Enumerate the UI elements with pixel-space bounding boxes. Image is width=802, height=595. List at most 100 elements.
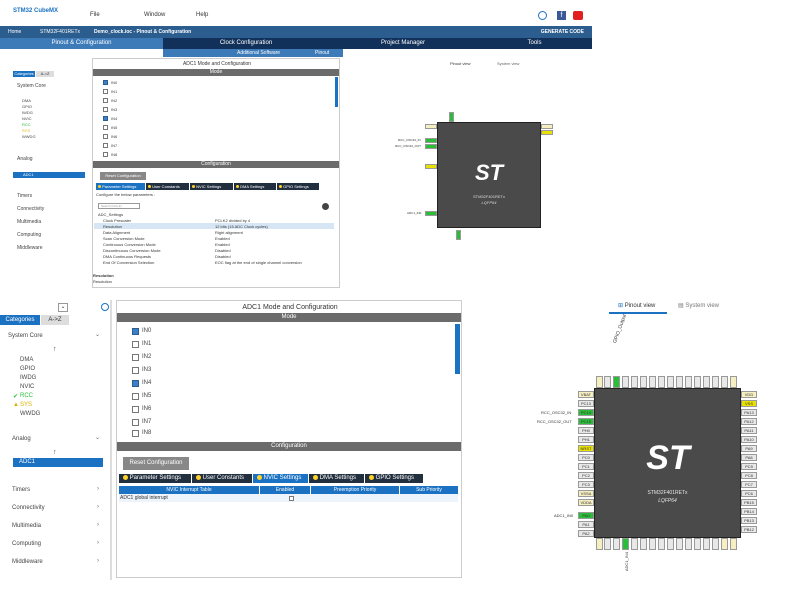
small-info-icon[interactable] (322, 203, 329, 210)
small-pinout-view-tab[interactable]: Pinout view (450, 61, 470, 66)
small-item-iwdg[interactable]: IWDG (22, 110, 33, 115)
right-pin-3[interactable]: PA12 (741, 418, 757, 425)
checkbox-in7[interactable] (132, 419, 139, 426)
youtube-icon[interactable] (573, 11, 583, 20)
bottom-pin-16[interactable] (730, 538, 737, 550)
bottom-pin-15[interactable] (721, 538, 728, 550)
small-param-value-5[interactable]: Disabled (215, 248, 231, 253)
right-pin-9[interactable]: PC8 (741, 472, 757, 479)
system-view-tab[interactable]: ▤ System view (678, 302, 719, 309)
small-item-adc1[interactable]: ADC1 (13, 172, 85, 178)
small-system-view-tab[interactable]: System view (497, 61, 519, 66)
top-pin-7[interactable] (649, 376, 656, 388)
small-group-connectivity[interactable]: Connectivity (17, 206, 44, 212)
bottom-pin-1[interactable] (596, 538, 603, 550)
right-pin-12[interactable]: PB15 (741, 499, 757, 506)
left-pin-0[interactable]: VBAT (578, 391, 594, 398)
tab-pinout-configuration[interactable]: Pinout & Configuration (0, 38, 163, 49)
left-pin-12[interactable]: VDDA (578, 499, 594, 506)
sort-up-icon[interactable]: ↑ (53, 346, 57, 353)
tab-az[interactable]: A->Z (41, 315, 69, 325)
tab-project-manager[interactable]: Project Manager (329, 38, 477, 49)
right-pin-5[interactable]: PA10 (741, 436, 757, 443)
bottom-pin-11[interactable] (685, 538, 692, 550)
small-analog[interactable]: Analog (17, 156, 33, 162)
checkbox-in5[interactable] (132, 393, 139, 400)
generate-code-button[interactable]: GENERATE CODE (536, 27, 588, 37)
subtab-additional-software[interactable]: Additional Software (237, 49, 280, 57)
menu-window[interactable]: Window (144, 12, 165, 18)
category-computing[interactable]: Computing (12, 541, 41, 547)
ctab-nvic-settings[interactable]: NVIC Settings (253, 474, 308, 483)
category-analog[interactable]: Analog (12, 436, 31, 442)
small-checkbox-in1[interactable] (103, 89, 108, 94)
small-checkbox-in3[interactable] (103, 107, 108, 112)
breadcrumb-project[interactable]: Demo_clock.ioc - Pinout & Configuration (90, 26, 195, 38)
bottom-pin-5[interactable] (631, 538, 638, 550)
small-left-pin-rcc-out[interactable] (425, 144, 437, 149)
bottom-pin-2[interactable] (604, 538, 611, 550)
small-ctab-dma[interactable]: DMA Settings (234, 183, 276, 190)
menu-help[interactable]: Help (196, 12, 208, 18)
left-pin-8[interactable]: PC1 (578, 463, 594, 470)
left-pin-11[interactable]: VSSA (578, 490, 594, 497)
top-pin-2[interactable] (604, 376, 611, 388)
small-tab-az[interactable]: A->Z (36, 71, 54, 77)
small-item-rcc[interactable]: RCC (22, 122, 31, 127)
small-tab-categories[interactable]: Categories (13, 71, 35, 77)
small-checkbox-in4[interactable] (103, 116, 108, 121)
timers-chevron-icon[interactable]: › (97, 486, 99, 492)
right-pin-13[interactable]: PB14 (741, 508, 757, 515)
ctab-dma-settings[interactable]: DMA Settings (309, 474, 364, 483)
reset-configuration-button[interactable]: Reset Configuration (123, 457, 189, 470)
sidebar-item-wwdg[interactable]: WWDG (20, 411, 40, 417)
checkbox-in0[interactable] (132, 328, 139, 335)
top-pin-15[interactable] (721, 376, 728, 388)
top-pin-4[interactable] (622, 376, 629, 388)
top-pin-6[interactable] (640, 376, 647, 388)
right-pin-1[interactable]: VSS (741, 400, 757, 407)
bottom-pin-14[interactable] (712, 538, 719, 550)
small-item-sys[interactable]: SYS (22, 128, 30, 133)
sidebar-item-iwdg[interactable]: IWDG (20, 375, 36, 381)
menu-file[interactable]: File (90, 12, 100, 18)
small-param-value-6[interactable]: Disabled (215, 254, 231, 259)
bottom-pin-adc1-in4[interactable] (622, 538, 629, 550)
left-pin-2[interactable]: PC14 (578, 409, 594, 416)
small-param-value-4[interactable]: Enabled (215, 242, 230, 247)
right-pin-14[interactable]: PB13 (741, 517, 757, 524)
right-pin-11[interactable]: PC6 (741, 490, 757, 497)
small-checkbox-in5[interactable] (103, 125, 108, 130)
right-pin-7[interactable]: PA8 (741, 454, 757, 461)
pinout-view-tab[interactable]: ⊞ Pinout view (618, 302, 655, 309)
top-pin-5[interactable] (631, 376, 638, 388)
sidebar-item-adc1[interactable]: ADC1 (13, 458, 103, 467)
right-pin-15[interactable]: PB12 (741, 526, 757, 533)
category-middleware[interactable]: Middleware (12, 559, 43, 565)
small-checkbox-in6[interactable] (103, 134, 108, 139)
top-pin-1[interactable] (596, 376, 603, 388)
small-group-middleware[interactable]: Middleware (17, 245, 43, 251)
tab-tools[interactable]: Tools (477, 38, 592, 49)
small-ctab-user-constants[interactable]: User Constants (146, 183, 189, 190)
right-pin-0[interactable]: VDD (741, 391, 757, 398)
breadcrumb-mcu[interactable]: STM32F401RETx (36, 26, 84, 38)
ctab-parameter-settings[interactable]: Parameter Settings (119, 474, 191, 483)
left-pin-3[interactable]: PC15 (578, 418, 594, 425)
left-pin-15[interactable]: PA2 (578, 530, 594, 537)
left-pin-9[interactable]: PC2 (578, 472, 594, 479)
top-pin-gpio-output[interactable] (613, 376, 620, 388)
top-pin-11[interactable] (685, 376, 692, 388)
small-top-pin-gpio[interactable] (449, 112, 454, 122)
nvic-enabled-checkbox[interactable] (289, 496, 294, 501)
small-search-input[interactable]: Search (Crtl+F) (98, 203, 140, 209)
category-timers[interactable]: Timers (12, 487, 30, 493)
bottom-pin-6[interactable] (640, 538, 647, 550)
top-pin-12[interactable] (694, 376, 701, 388)
small-item-nvic[interactable]: NVIC (22, 116, 32, 121)
breadcrumb-home[interactable]: Home (4, 26, 25, 38)
left-pin-4[interactable]: PH0 (578, 427, 594, 434)
small-param-value-3[interactable]: Enabled (215, 236, 230, 241)
tab-clock-configuration[interactable]: Clock Configuration (163, 38, 329, 49)
left-pin-13[interactable]: PA0 (578, 512, 594, 519)
